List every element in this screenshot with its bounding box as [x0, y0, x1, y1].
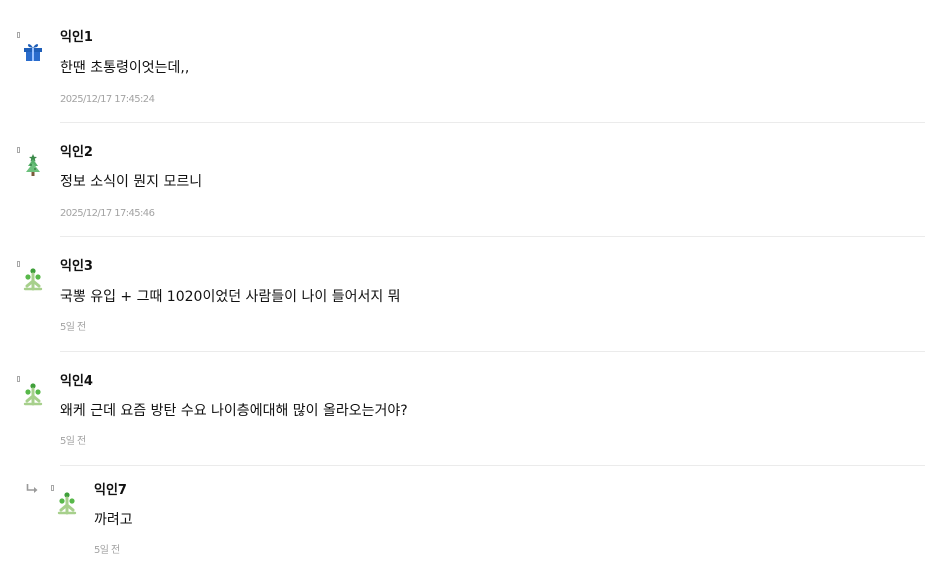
- comment-timestamp: 2025/12/17 17:45:46: [60, 208, 155, 219]
- reply-item: 익인7 까려고 5일 전: [0, 466, 925, 572]
- comment-author: 익인3: [60, 259, 93, 274]
- comment-marker-icon: [51, 485, 54, 491]
- comment-text: 국뽕 유입 + 그때 1020이었던 사람들이 나이 들어서지 뭐: [60, 289, 401, 305]
- sprout-icon: [21, 382, 45, 406]
- comment-timestamp: 5일 전: [60, 322, 86, 333]
- comment-author: 익인2: [60, 145, 93, 160]
- comment-marker-icon: [17, 376, 20, 382]
- comment-timestamp: 5일 전: [60, 436, 86, 447]
- comment-item: 익인1 한땐 초통령이엇는데,, 2025/12/17 17:45:24: [0, 0, 925, 123]
- comment-text: 정보 소식이 뭔지 모르니: [60, 174, 203, 190]
- comment-author: 익인1: [60, 30, 93, 45]
- comment-marker-icon: [17, 32, 20, 38]
- comment-list: 익인1 한땐 초통령이엇는데,, 2025/12/17 17:45:24 익인2…: [0, 0, 925, 572]
- comment-marker-icon: [17, 147, 20, 153]
- comment-text: 왜케 근데 요즘 방탄 수요 나이층에대해 많이 올라오는거야?: [60, 403, 408, 419]
- sprout-icon: [55, 491, 79, 515]
- comment-marker-icon: [17, 261, 20, 267]
- reply-timestamp: 5일 전: [94, 545, 120, 556]
- comment-item: 익인2 정보 소식이 뭔지 모르니 2025/12/17 17:45:46: [0, 123, 925, 237]
- reply-text: 까려고: [94, 512, 133, 528]
- comment-text: 한땐 초통령이엇는데,,: [60, 60, 190, 76]
- reply-arrow-icon: [26, 484, 38, 494]
- comment-item: 익인4 왜케 근데 요즘 방탄 수요 나이층에대해 많이 올라오는거야? 5일 …: [0, 352, 925, 466]
- gift-icon: [21, 39, 45, 63]
- christmas-tree-icon: [21, 153, 45, 177]
- comment-author: 익인4: [60, 374, 93, 389]
- comment-item: 익인3 국뽕 유입 + 그때 1020이었던 사람들이 나이 들어서지 뭐 5일…: [0, 237, 925, 352]
- comment-timestamp: 2025/12/17 17:45:24: [60, 94, 155, 105]
- reply-author: 익인7: [94, 483, 127, 498]
- sprout-icon: [21, 267, 45, 291]
